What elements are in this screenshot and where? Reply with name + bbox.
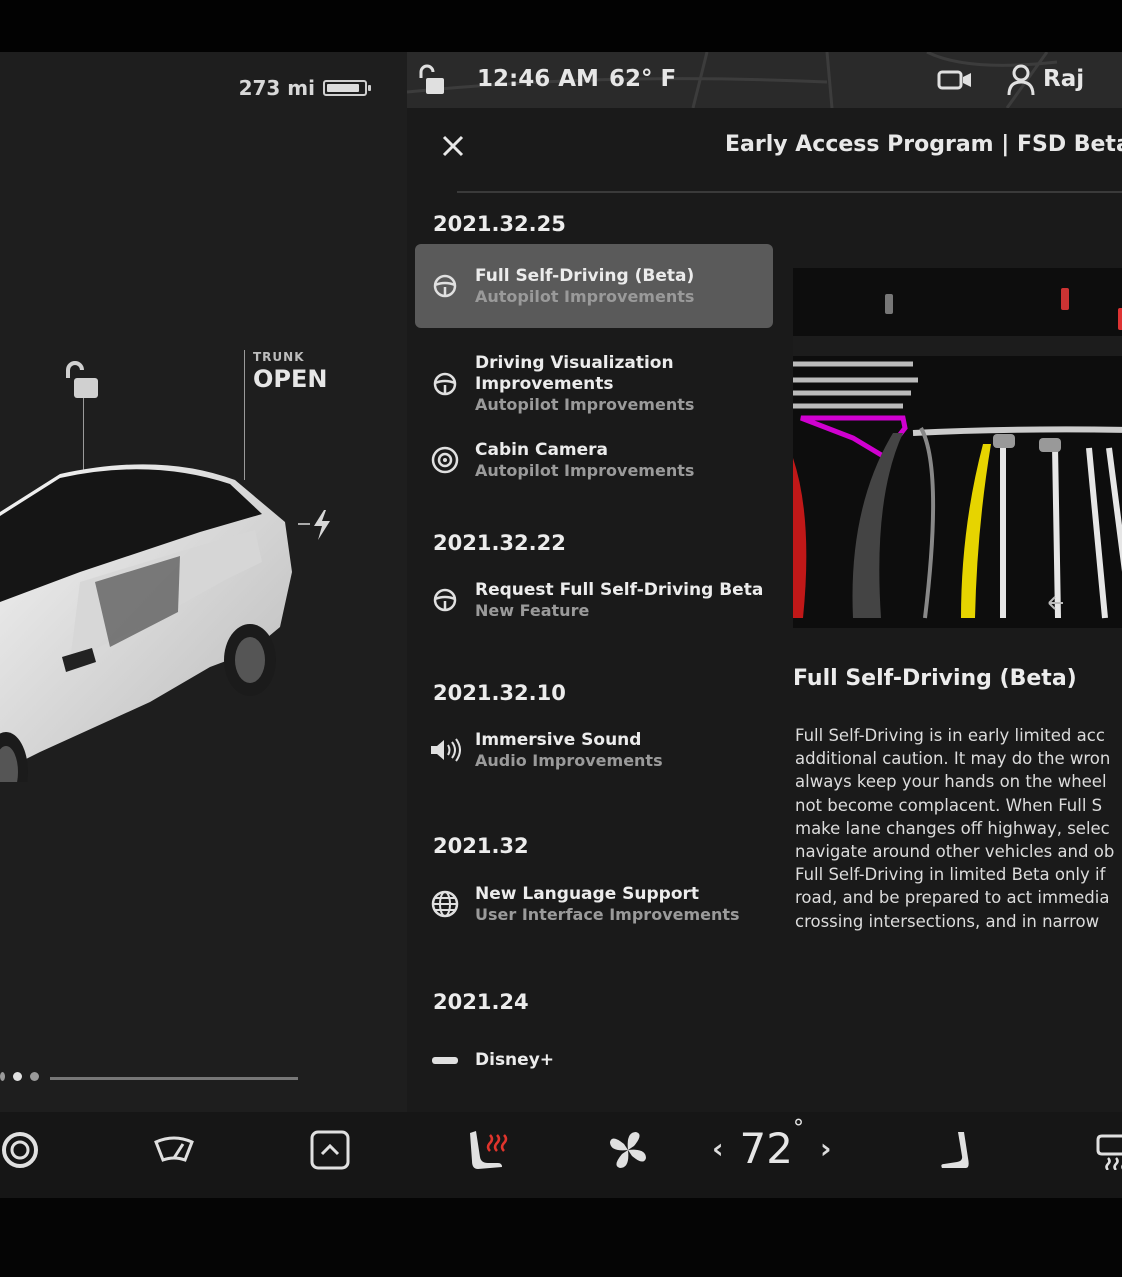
temp-down-arrow-icon[interactable]: ‹ <box>712 1132 724 1165</box>
release-note-subtitle: User Interface Improvements <box>475 904 740 924</box>
rear-defrost-icon[interactable] <box>1082 1120 1122 1180</box>
camera-icon <box>415 446 475 474</box>
release-note-title: Request Full Self-Driving Beta <box>475 579 764 600</box>
release-note-text: Disney+ <box>475 1050 554 1071</box>
release-note-title: Driving Visualization Improvements <box>475 353 674 394</box>
version-heading: 2021.24 <box>433 990 529 1014</box>
release-note-subtitle: Audio Improvements <box>475 750 663 770</box>
release-note-subtitle: New Feature <box>475 600 590 620</box>
release-note-text: Full Self-Driving (Beta) Autopilot Improv… <box>475 266 694 307</box>
charge-port-icon[interactable] <box>298 508 338 546</box>
detail-body: Full Self-Driving is in early limited ac… <box>795 726 1115 931</box>
screen-bezel-bottom <box>0 1198 1122 1277</box>
version-heading: 2021.32.25 <box>433 212 566 236</box>
pager-dot[interactable] <box>30 1072 39 1081</box>
clock-text: 12:46 AM <box>477 66 599 92</box>
title-divider <box>457 191 1122 193</box>
release-note-title: Disney+ <box>475 1049 555 1070</box>
toybox-icon <box>415 1055 475 1065</box>
range-text: 273 mi <box>238 76 315 100</box>
car-view-pager[interactable] <box>0 1072 39 1081</box>
release-note-item[interactable]: Cabin Camera Autopilot Improvements <box>415 430 773 490</box>
heated-seat-icon[interactable] <box>460 1120 520 1180</box>
release-note-item[interactable]: New Language Support User Interface Impro… <box>415 876 773 932</box>
version-heading: 2021.32 <box>433 834 529 858</box>
release-note-subtitle: Autopilot Improvements <box>475 460 695 480</box>
modal-title: Early Access Program | FSD Beta 10 <box>725 132 1122 157</box>
wiper-icon[interactable] <box>144 1120 204 1180</box>
range-indicator: 273 mi <box>238 76 371 100</box>
bottom-control-bar: ‹ 72° › <box>0 1112 1122 1198</box>
cabin-temp-number: 72 <box>739 1124 793 1173</box>
globe-icon <box>415 890 475 918</box>
fsd-visualization-image <box>793 268 1122 628</box>
version-heading: 2021.32.10 <box>433 681 566 705</box>
release-note-item[interactable]: Request Full Self-Driving Beta New Featur… <box>415 572 773 628</box>
release-note-title: New Language Support <box>475 883 700 904</box>
car-status-panel: 273 mi TRUNK OPEN <box>0 52 407 1112</box>
release-note-title: Cabin Camera <box>475 439 609 460</box>
release-note-item[interactable]: Full Self-Driving (Beta) Autopilot Improv… <box>415 244 773 328</box>
pager-dot[interactable] <box>0 1072 5 1081</box>
top-status-bar: 12:46 AM 62° F Raj <box>407 52 1122 108</box>
steering-wheel-icon <box>415 587 475 613</box>
close-button[interactable] <box>439 132 467 160</box>
steering-wheel-icon <box>415 371 475 397</box>
release-note-subtitle: Autopilot Improvements <box>475 395 695 414</box>
battery-fill <box>327 84 360 92</box>
cabin-temp-control: ‹ 72° › <box>712 1116 832 1173</box>
release-note-subtitle: Autopilot Improvements <box>475 286 695 306</box>
steering-control-icon[interactable] <box>0 1120 50 1180</box>
temp-degree-symbol: ° <box>793 1116 804 1141</box>
temp-up-arrow-icon[interactable]: › <box>820 1132 832 1165</box>
dashcam-icon[interactable] <box>937 68 973 96</box>
trunk-label: TRUNK <box>253 350 305 364</box>
release-note-text: Immersive Sound Audio Improvements <box>475 730 663 771</box>
pager-track <box>50 1077 298 1080</box>
cabin-temp-value[interactable]: 72° <box>739 1116 804 1173</box>
version-heading: 2021.32.22 <box>433 531 566 555</box>
pager-dot-active[interactable] <box>13 1072 22 1081</box>
release-note-text: Cabin Camera Autopilot Improvements <box>475 440 694 481</box>
release-notes-modal: Early Access Program | FSD Beta 10 2021.… <box>407 108 1122 1112</box>
release-note-title: Immersive Sound <box>475 729 642 750</box>
trunk-open-button[interactable]: OPEN <box>253 365 327 393</box>
release-note-text: New Language Support User Interface Impro… <box>475 884 740 925</box>
release-note-title: Full Self-Driving (Beta) <box>475 265 695 286</box>
detail-title: Full Self-Driving (Beta) <box>793 666 1077 691</box>
passenger-seat-icon[interactable] <box>926 1120 986 1180</box>
release-note-item[interactable]: Driving Visualization Improvements Autopi… <box>415 342 773 426</box>
fan-icon[interactable] <box>598 1120 658 1180</box>
app-launcher-icon[interactable] <box>300 1120 360 1180</box>
release-note-text: Driving Visualization Improvements Autopi… <box>475 353 694 415</box>
release-note-item[interactable]: Immersive Sound Audio Improvements <box>415 722 773 778</box>
close-icon[interactable] <box>439 132 467 160</box>
driver-profile-name[interactable]: Raj <box>1043 66 1084 92</box>
battery-icon <box>323 80 371 96</box>
unlocked-padlock-icon[interactable] <box>62 360 102 404</box>
screen-bezel-top <box>0 0 1122 52</box>
steering-wheel-icon <box>415 273 475 299</box>
release-note-text: Request Full Self-Driving Beta New Featur… <box>475 580 763 621</box>
release-note-item[interactable]: Disney+ <box>415 1040 773 1080</box>
profile-icon[interactable] <box>1007 64 1035 100</box>
lock-toggle-icon[interactable] <box>417 64 447 100</box>
outside-temp-text: 62° F <box>609 66 677 92</box>
speaker-icon <box>415 738 475 762</box>
car-model-image <box>0 464 292 782</box>
